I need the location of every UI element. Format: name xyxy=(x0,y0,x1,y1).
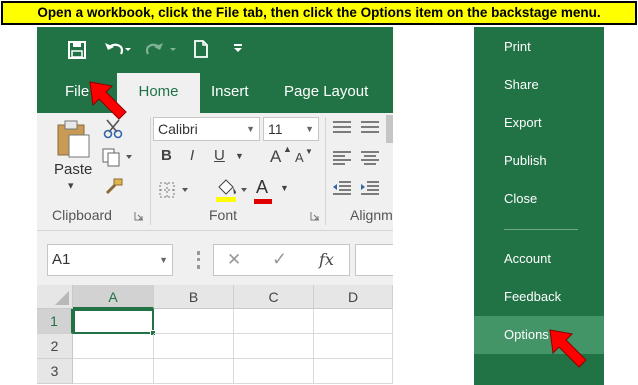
home-ribbon: Paste ▾ Clipboard Calibri ▼ 11 ▼ B I U ▼… xyxy=(37,113,393,231)
cell-c1[interactable] xyxy=(234,309,314,334)
font-name-box[interactable]: Calibri ▼ xyxy=(153,117,260,141)
worksheet-grid: A B C D 1 2 3 xyxy=(37,285,393,385)
tab-file[interactable]: File xyxy=(65,73,89,113)
cell-b1[interactable] xyxy=(154,309,234,334)
row-header-3[interactable]: 3 xyxy=(37,359,73,384)
insert-function-icon[interactable]: fx xyxy=(319,250,334,269)
arrow-to-file-icon xyxy=(89,81,127,120)
cell-d3[interactable] xyxy=(314,359,393,384)
increase-indent-icon[interactable] xyxy=(359,179,383,197)
paste-button[interactable]: Paste xyxy=(54,161,92,178)
font-group-label: Font xyxy=(209,207,238,223)
cell-c3[interactable] xyxy=(234,359,314,384)
grow-font-arrow-icon: ▲ xyxy=(283,144,292,154)
chevron-down-icon[interactable]: ▼ xyxy=(246,118,255,140)
grow-font-button[interactable]: A xyxy=(270,147,281,167)
cancel-icon[interactable]: ✕ xyxy=(227,250,241,270)
redo-icon[interactable] xyxy=(145,39,177,59)
font-color-bar xyxy=(254,199,272,204)
undo-icon[interactable] xyxy=(103,39,131,59)
shrink-font-button[interactable]: A xyxy=(295,150,304,165)
cell-a3[interactable] xyxy=(73,359,154,384)
formula-divider-dots xyxy=(197,251,200,269)
paste-icon[interactable] xyxy=(55,119,91,159)
cell-a2[interactable] xyxy=(73,334,154,359)
cell-c2[interactable] xyxy=(234,334,314,359)
backstage-item-print[interactable]: Print xyxy=(474,28,604,66)
cell-d2[interactable] xyxy=(314,334,393,359)
tab-page-layout[interactable]: Page Layout xyxy=(284,73,368,113)
top-align-icon[interactable] xyxy=(331,119,355,137)
new-file-icon[interactable] xyxy=(193,39,209,59)
name-box-value: A1 xyxy=(52,251,71,268)
font-launcher-icon[interactable] xyxy=(310,211,320,221)
align-left-icon[interactable] xyxy=(331,149,355,167)
decrease-indent-icon[interactable] xyxy=(331,179,355,197)
quick-access-toolbar xyxy=(37,27,393,73)
underline-button[interactable]: U xyxy=(214,147,225,164)
tab-insert[interactable]: Insert xyxy=(211,73,249,113)
align-center-icon[interactable] xyxy=(359,149,383,167)
row-header-1[interactable]: 1 xyxy=(37,309,73,334)
cell-d1[interactable] xyxy=(314,309,393,334)
chevron-down-icon[interactable]: ▼ xyxy=(235,151,244,161)
arrow-to-options-icon xyxy=(549,329,587,368)
select-all-corner[interactable] xyxy=(37,285,73,309)
font-size-value: 11 xyxy=(268,121,283,137)
column-header-c[interactable]: C xyxy=(234,285,314,309)
font-size-box[interactable]: 11 ▼ xyxy=(263,117,319,141)
paste-dropdown-icon[interactable]: ▾ xyxy=(68,179,74,192)
group-divider xyxy=(150,117,151,225)
cell-b2[interactable] xyxy=(154,334,234,359)
backstage-item-account[interactable]: Account xyxy=(474,240,604,278)
name-box[interactable]: A1 ▼ xyxy=(47,244,173,276)
font-name-value: Calibri xyxy=(158,121,198,137)
formula-input[interactable] xyxy=(355,244,393,276)
column-header-d[interactable]: D xyxy=(314,285,393,309)
copy-icon[interactable] xyxy=(101,147,135,167)
chevron-down-icon[interactable]: ▼ xyxy=(305,118,314,140)
save-icon[interactable] xyxy=(67,40,87,60)
column-header-a[interactable]: A xyxy=(73,285,154,309)
backstage-item-export[interactable]: Export xyxy=(474,104,604,142)
enter-icon[interactable]: ✓ xyxy=(272,249,287,270)
backstage-item-share[interactable]: Share xyxy=(474,66,604,104)
chevron-down-icon[interactable]: ▼ xyxy=(280,183,289,193)
backstage-divider xyxy=(504,229,578,230)
backstage-item-close[interactable]: Close xyxy=(474,180,604,218)
clipboard-group-label: Clipboard xyxy=(52,207,112,223)
row-header-2[interactable]: 2 xyxy=(37,334,73,359)
clipboard-launcher-icon[interactable] xyxy=(134,211,144,221)
backstage-item-feedback[interactable]: Feedback xyxy=(474,278,604,316)
column-header-b[interactable]: B xyxy=(154,285,234,309)
italic-button[interactable]: I xyxy=(190,147,194,164)
format-painter-icon[interactable] xyxy=(103,175,125,197)
instruction-banner: Open a workbook, click the File tab, the… xyxy=(1,1,637,25)
fill-color-icon[interactable] xyxy=(214,177,248,203)
alignment-group-label: Alignm xyxy=(350,207,393,223)
middle-align-icon[interactable] xyxy=(359,119,383,137)
cell-b3[interactable] xyxy=(154,359,234,384)
group-divider xyxy=(325,117,326,225)
select-all-icon xyxy=(55,291,69,305)
shrink-font-arrow-icon: ▼ xyxy=(305,147,313,156)
borders-icon[interactable] xyxy=(158,181,192,199)
formula-bar: A1 ▼ ✕ ✓ fx xyxy=(37,231,393,291)
chevron-down-icon[interactable]: ▼ xyxy=(159,255,168,265)
customize-qat-icon[interactable] xyxy=(233,42,243,54)
alignment-highlight xyxy=(386,115,393,143)
cell-a1[interactable] xyxy=(73,309,154,334)
font-color-button[interactable]: A xyxy=(256,177,268,198)
backstage-item-publish[interactable]: Publish xyxy=(474,142,604,180)
bold-button[interactable]: B xyxy=(161,147,172,164)
